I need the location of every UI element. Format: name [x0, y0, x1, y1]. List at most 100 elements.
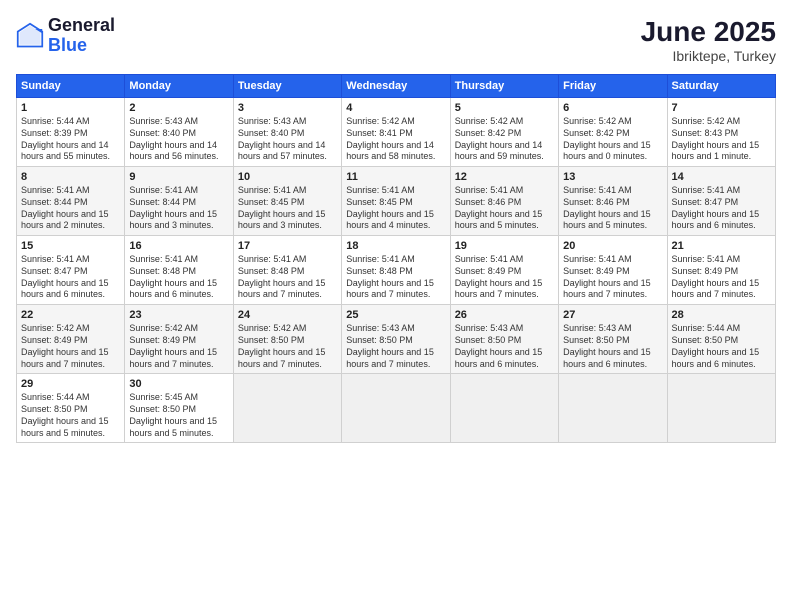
day-number: 13: [563, 170, 662, 184]
day-number: 30: [129, 377, 228, 391]
day-number: 24: [238, 308, 337, 322]
calendar-day-cell: 19 Sunrise: 5:41 AM Sunset: 8:49 PM Dayl…: [450, 236, 558, 305]
calendar-day-cell: 10 Sunrise: 5:41 AM Sunset: 8:45 PM Dayl…: [233, 167, 341, 236]
col-friday: Friday: [559, 75, 667, 98]
day-info: Sunrise: 5:43 AM Sunset: 8:50 PM Dayligh…: [455, 323, 554, 370]
calendar-day-cell: 2 Sunrise: 5:43 AM Sunset: 8:40 PM Dayli…: [125, 98, 233, 167]
day-number: 16: [129, 239, 228, 253]
day-number: 10: [238, 170, 337, 184]
logo-general: General: [48, 16, 115, 36]
day-info: Sunrise: 5:41 AM Sunset: 8:49 PM Dayligh…: [455, 254, 554, 301]
day-number: 12: [455, 170, 554, 184]
day-info: Sunrise: 5:41 AM Sunset: 8:49 PM Dayligh…: [563, 254, 662, 301]
calendar-day-cell: 28 Sunrise: 5:44 AM Sunset: 8:50 PM Dayl…: [667, 305, 775, 374]
calendar-day-cell: 1 Sunrise: 5:44 AM Sunset: 8:39 PM Dayli…: [17, 98, 125, 167]
day-info: Sunrise: 5:43 AM Sunset: 8:50 PM Dayligh…: [346, 323, 445, 370]
day-number: 4: [346, 101, 445, 115]
calendar-week-row: 29 Sunrise: 5:44 AM Sunset: 8:50 PM Dayl…: [17, 374, 776, 443]
day-info: Sunrise: 5:43 AM Sunset: 8:40 PM Dayligh…: [129, 116, 228, 163]
calendar-day-cell: 14 Sunrise: 5:41 AM Sunset: 8:47 PM Dayl…: [667, 167, 775, 236]
calendar-week-row: 22 Sunrise: 5:42 AM Sunset: 8:49 PM Dayl…: [17, 305, 776, 374]
col-saturday: Saturday: [667, 75, 775, 98]
logo: General Blue: [16, 16, 115, 56]
calendar-day-cell: 21 Sunrise: 5:41 AM Sunset: 8:49 PM Dayl…: [667, 236, 775, 305]
calendar-day-cell: 26 Sunrise: 5:43 AM Sunset: 8:50 PM Dayl…: [450, 305, 558, 374]
day-info: Sunrise: 5:41 AM Sunset: 8:47 PM Dayligh…: [21, 254, 120, 301]
calendar-week-row: 15 Sunrise: 5:41 AM Sunset: 8:47 PM Dayl…: [17, 236, 776, 305]
day-number: 28: [672, 308, 771, 322]
calendar-day-cell: 27 Sunrise: 5:43 AM Sunset: 8:50 PM Dayl…: [559, 305, 667, 374]
calendar-day-cell: 11 Sunrise: 5:41 AM Sunset: 8:45 PM Dayl…: [342, 167, 450, 236]
day-info: Sunrise: 5:41 AM Sunset: 8:44 PM Dayligh…: [129, 185, 228, 232]
day-number: 15: [21, 239, 120, 253]
day-number: 5: [455, 101, 554, 115]
logo-icon: [16, 22, 44, 50]
day-number: 21: [672, 239, 771, 253]
calendar-day-cell: 25 Sunrise: 5:43 AM Sunset: 8:50 PM Dayl…: [342, 305, 450, 374]
calendar-header-row: Sunday Monday Tuesday Wednesday Thursday…: [17, 75, 776, 98]
day-number: 6: [563, 101, 662, 115]
day-info: Sunrise: 5:42 AM Sunset: 8:42 PM Dayligh…: [455, 116, 554, 163]
day-info: Sunrise: 5:43 AM Sunset: 8:50 PM Dayligh…: [563, 323, 662, 370]
calendar-day-cell: 5 Sunrise: 5:42 AM Sunset: 8:42 PM Dayli…: [450, 98, 558, 167]
calendar-day-cell: 7 Sunrise: 5:42 AM Sunset: 8:43 PM Dayli…: [667, 98, 775, 167]
day-info: Sunrise: 5:41 AM Sunset: 8:46 PM Dayligh…: [455, 185, 554, 232]
calendar-day-cell: [342, 374, 450, 443]
col-monday: Monday: [125, 75, 233, 98]
day-number: 1: [21, 101, 120, 115]
day-number: 14: [672, 170, 771, 184]
day-info: Sunrise: 5:42 AM Sunset: 8:49 PM Dayligh…: [129, 323, 228, 370]
calendar-day-cell: 17 Sunrise: 5:41 AM Sunset: 8:48 PM Dayl…: [233, 236, 341, 305]
day-info: Sunrise: 5:42 AM Sunset: 8:50 PM Dayligh…: [238, 323, 337, 370]
col-thursday: Thursday: [450, 75, 558, 98]
month-year: June 2025: [641, 16, 776, 48]
day-number: 9: [129, 170, 228, 184]
calendar-day-cell: 23 Sunrise: 5:42 AM Sunset: 8:49 PM Dayl…: [125, 305, 233, 374]
col-tuesday: Tuesday: [233, 75, 341, 98]
day-number: 3: [238, 101, 337, 115]
day-info: Sunrise: 5:42 AM Sunset: 8:41 PM Dayligh…: [346, 116, 445, 163]
day-number: 23: [129, 308, 228, 322]
day-number: 26: [455, 308, 554, 322]
col-wednesday: Wednesday: [342, 75, 450, 98]
col-sunday: Sunday: [17, 75, 125, 98]
title-block: June 2025 Ibriktepe, Turkey: [641, 16, 776, 64]
day-number: 19: [455, 239, 554, 253]
day-info: Sunrise: 5:45 AM Sunset: 8:50 PM Dayligh…: [129, 392, 228, 439]
calendar-day-cell: 12 Sunrise: 5:41 AM Sunset: 8:46 PM Dayl…: [450, 167, 558, 236]
day-number: 18: [346, 239, 445, 253]
day-number: 7: [672, 101, 771, 115]
calendar-day-cell: 3 Sunrise: 5:43 AM Sunset: 8:40 PM Dayli…: [233, 98, 341, 167]
day-info: Sunrise: 5:41 AM Sunset: 8:48 PM Dayligh…: [129, 254, 228, 301]
calendar-day-cell: 20 Sunrise: 5:41 AM Sunset: 8:49 PM Dayl…: [559, 236, 667, 305]
day-info: Sunrise: 5:41 AM Sunset: 8:46 PM Dayligh…: [563, 185, 662, 232]
calendar-day-cell: [233, 374, 341, 443]
day-info: Sunrise: 5:41 AM Sunset: 8:48 PM Dayligh…: [238, 254, 337, 301]
calendar-table: Sunday Monday Tuesday Wednesday Thursday…: [16, 74, 776, 443]
calendar-week-row: 1 Sunrise: 5:44 AM Sunset: 8:39 PM Dayli…: [17, 98, 776, 167]
day-info: Sunrise: 5:41 AM Sunset: 8:44 PM Dayligh…: [21, 185, 120, 232]
day-info: Sunrise: 5:41 AM Sunset: 8:47 PM Dayligh…: [672, 185, 771, 232]
calendar-day-cell: 15 Sunrise: 5:41 AM Sunset: 8:47 PM Dayl…: [17, 236, 125, 305]
day-info: Sunrise: 5:42 AM Sunset: 8:42 PM Dayligh…: [563, 116, 662, 163]
calendar-week-row: 8 Sunrise: 5:41 AM Sunset: 8:44 PM Dayli…: [17, 167, 776, 236]
calendar-day-cell: 18 Sunrise: 5:41 AM Sunset: 8:48 PM Dayl…: [342, 236, 450, 305]
page: General Blue June 2025 Ibriktepe, Turkey…: [0, 0, 792, 612]
day-number: 17: [238, 239, 337, 253]
header: General Blue June 2025 Ibriktepe, Turkey: [16, 16, 776, 64]
calendar-day-cell: 9 Sunrise: 5:41 AM Sunset: 8:44 PM Dayli…: [125, 167, 233, 236]
calendar-day-cell: [667, 374, 775, 443]
calendar-day-cell: 30 Sunrise: 5:45 AM Sunset: 8:50 PM Dayl…: [125, 374, 233, 443]
logo-blue: Blue: [48, 36, 115, 56]
calendar-day-cell: 8 Sunrise: 5:41 AM Sunset: 8:44 PM Dayli…: [17, 167, 125, 236]
calendar-day-cell: [450, 374, 558, 443]
day-number: 20: [563, 239, 662, 253]
day-number: 25: [346, 308, 445, 322]
calendar-day-cell: [559, 374, 667, 443]
day-info: Sunrise: 5:42 AM Sunset: 8:43 PM Dayligh…: [672, 116, 771, 163]
day-number: 27: [563, 308, 662, 322]
day-info: Sunrise: 5:44 AM Sunset: 8:50 PM Dayligh…: [672, 323, 771, 370]
calendar-day-cell: 22 Sunrise: 5:42 AM Sunset: 8:49 PM Dayl…: [17, 305, 125, 374]
location: Ibriktepe, Turkey: [641, 48, 776, 64]
day-number: 2: [129, 101, 228, 115]
